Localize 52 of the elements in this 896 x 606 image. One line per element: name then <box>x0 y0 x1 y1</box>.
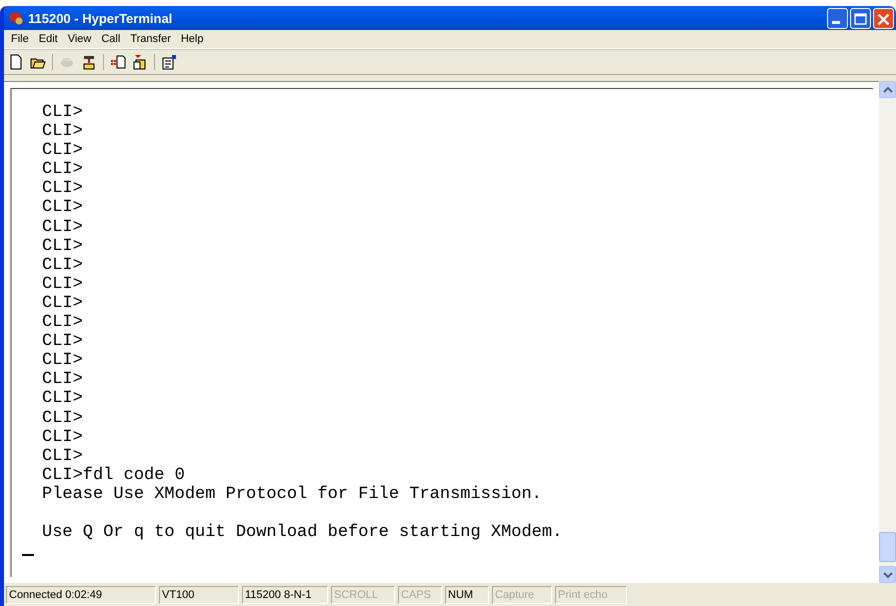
menu-item[interactable]: Help <box>176 33 208 45</box>
terminal-line: CLI> <box>42 179 84 198</box>
status-field: Capture <box>492 586 552 604</box>
terminal-line: CLI> <box>42 236 84 256</box>
receive-file-icon[interactable] <box>132 54 148 70</box>
minimize-button[interactable] <box>827 8 848 28</box>
menu-item[interactable]: View <box>62 33 96 45</box>
terminal-line: CLI> <box>42 103 84 122</box>
scroll-up-button[interactable] <box>879 81 896 98</box>
vertical-scrollbar[interactable] <box>879 81 896 583</box>
terminal-line: CLI> <box>42 256 84 275</box>
terminal-line: CLI> <box>42 198 84 218</box>
page-icon[interactable] <box>8 54 24 70</box>
status-field: NUM <box>445 586 489 604</box>
terminal-line: CLI> <box>42 218 84 237</box>
menu-item[interactable]: File <box>6 33 34 45</box>
properties-icon[interactable] <box>161 54 177 70</box>
terminal-line: CLI> <box>42 446 84 466</box>
menu-item[interactable]: Call <box>96 33 126 45</box>
status-field: Connected 0:02:49 <box>6 586 156 604</box>
send-file-icon[interactable] <box>110 54 126 70</box>
terminal-line: CLI> <box>42 160 84 180</box>
menu-item[interactable]: Edit <box>34 33 63 45</box>
terminal-line: CLI> <box>42 389 84 408</box>
status-field: Print echo <box>555 586 627 604</box>
terminal-line: CLI> <box>42 351 84 370</box>
scroll-thumb[interactable] <box>879 532 896 562</box>
status-field: CAPS <box>398 586 442 604</box>
status-field: VT100 <box>159 586 239 604</box>
terminal-line: CLI> <box>42 122 84 142</box>
terminal-line: Use Q Or q to quit Download before starting XModem. <box>42 523 564 542</box>
maximize-button[interactable] <box>850 8 871 28</box>
terminal-line: CLI> <box>42 408 84 428</box>
chevron-up-icon <box>882 86 892 92</box>
terminal-line: Please Use XModem Protocol for File Transmission. <box>42 484 543 504</box>
terminal-line: CLI> <box>42 274 84 294</box>
minimize-icon <box>832 20 840 24</box>
telephone-hangup-icon[interactable] <box>81 54 97 70</box>
terminal-line: CLI>fdl code 0 <box>42 466 186 485</box>
window-title: 115200 - HyperTerminal <box>28 10 174 26</box>
terminal-line: CLI> <box>42 294 84 314</box>
terminal-line: CLI> <box>42 370 84 390</box>
terminal-line: CLI> <box>42 332 84 352</box>
menu-item[interactable]: Transfer <box>125 33 176 45</box>
terminal-line: CLI> <box>42 313 84 332</box>
chevron-down-icon <box>882 572 892 578</box>
scroll-down-button[interactable] <box>879 566 896 583</box>
status-field: 115200 8-N-1 <box>242 586 328 604</box>
status-field: SCROLL <box>331 586 395 604</box>
close-button[interactable] <box>873 8 894 28</box>
terminal-line: CLI> <box>42 428 84 447</box>
terminal-line: CLI> <box>42 141 84 160</box>
